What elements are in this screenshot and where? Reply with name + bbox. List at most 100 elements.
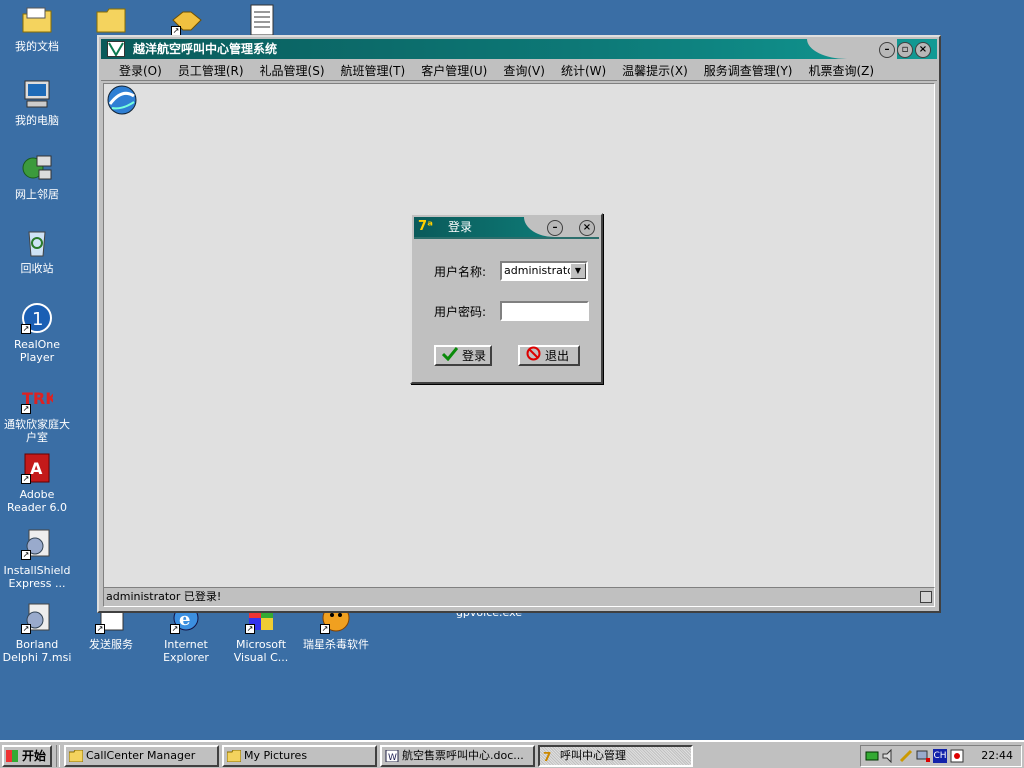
shortcut-arrow-icon: ↗ xyxy=(21,550,31,560)
shortcut-arrow-icon: ↗ xyxy=(21,474,31,484)
desktop-icon-realone[interactable]: 1 ↗ RealOne Player xyxy=(0,302,74,364)
globe-icon[interactable] xyxy=(106,84,138,116)
menu-ticket-query[interactable]: 机票查询(Z) xyxy=(808,62,874,79)
installer-icon: ↗ xyxy=(21,528,53,560)
task-label: My Pictures xyxy=(244,749,308,762)
shortcut-arrow-icon: ↗ xyxy=(21,624,31,634)
minimize-button[interactable]: – xyxy=(547,220,563,236)
start-label: 开始 xyxy=(22,749,47,763)
installer-icon: ↗ xyxy=(21,602,53,634)
desktop-icon-label: RealOne Player xyxy=(13,338,61,364)
login-titlebar[interactable]: 7ᵃ 登录 – × xyxy=(414,217,599,237)
task-label: 航空售票呼叫中心.doc... xyxy=(402,749,524,762)
clock[interactable]: 22:44 xyxy=(981,749,1013,762)
folder-icon xyxy=(226,749,242,763)
folder-icon xyxy=(68,749,84,763)
start-button[interactable]: 开始 xyxy=(2,745,52,767)
username-combobox[interactable]: administrator ▼ xyxy=(500,261,588,281)
close-button[interactable]: × xyxy=(579,220,595,236)
menu-query[interactable]: 查询(V) xyxy=(503,62,545,79)
tray-app-icon[interactable] xyxy=(899,749,913,763)
size-grip-icon[interactable] xyxy=(920,591,932,603)
desktop-icon-delphi-msi[interactable]: ↗ Borland Delphi 7.msi xyxy=(0,602,74,664)
taskbar: 开始 CallCenter Manager My Pictures W 航空售票… xyxy=(0,740,1024,768)
computer-icon xyxy=(21,78,53,110)
svg-text:W: W xyxy=(388,753,397,762)
task-callcenter-app[interactable]: 7 呼叫中心管理 xyxy=(538,745,693,767)
no-entry-icon xyxy=(526,346,541,365)
main-window-title: 越洋航空呼叫中心管理系统 xyxy=(133,42,278,56)
maximize-button[interactable]: ▫ xyxy=(897,42,913,58)
handshake-icon: ↗ xyxy=(171,4,203,36)
menu-login[interactable]: 登录(O) xyxy=(119,62,162,79)
menu-survey[interactable]: 服务调查管理(Y) xyxy=(704,62,793,79)
desktop-icon-label: 瑞星杀毒软件 xyxy=(303,638,369,651)
main-titlebar[interactable]: 越洋航空呼叫中心管理系统 – ▫ × xyxy=(101,39,937,59)
desktop-icon-label: Microsoft Visual C... xyxy=(233,638,289,664)
menu-customers[interactable]: 客户管理(U) xyxy=(421,62,487,79)
login-button-label: 登录 xyxy=(462,348,487,363)
shortcut-arrow-icon: ↗ xyxy=(21,404,31,414)
desktop-icon-label: Adobe Reader 6.0 xyxy=(7,488,67,514)
menu-flights[interactable]: 航班管理(T) xyxy=(341,62,406,79)
desktop-icon-adobe-reader[interactable]: A ↗ Adobe Reader 6.0 xyxy=(0,452,74,514)
folder-icon xyxy=(21,4,53,36)
adobe-reader-icon: A ↗ xyxy=(21,452,53,484)
shortcut-arrow-icon: ↗ xyxy=(170,624,180,634)
menu-gifts[interactable]: 礼品管理(S) xyxy=(260,62,325,79)
desktop-icon-my-computer[interactable]: 我的电脑 xyxy=(0,78,74,127)
folder-icon xyxy=(95,4,127,36)
shortcut-arrow-icon: ↗ xyxy=(320,624,330,634)
app-logo-icon xyxy=(107,41,125,57)
status-bar: administrator 已登录! xyxy=(103,587,935,607)
delphi-logo-icon: 7ᵃ xyxy=(418,219,433,234)
login-window-controls: – × xyxy=(547,220,595,236)
desktop-icon-my-documents[interactable]: 我的文档 xyxy=(0,4,74,53)
minimize-button[interactable]: – xyxy=(879,42,895,58)
desktop-icon-label: 网上邻居 xyxy=(15,188,59,201)
desktop-icon-network[interactable]: 网上邻居 xyxy=(0,152,74,201)
menu-tips[interactable]: 温馨提示(X) xyxy=(622,62,688,79)
desktop-icon-tongruan[interactable]: TRK ↗ 通软欣家庭大户室 xyxy=(0,382,74,444)
taskbar-divider xyxy=(56,745,60,767)
desktop-icon-installshield[interactable]: ↗ InstallShield Express ... xyxy=(0,528,74,590)
task-my-pictures[interactable]: My Pictures xyxy=(222,745,377,767)
windows-logo-icon xyxy=(6,750,18,762)
word-document-icon: W xyxy=(385,749,399,763)
chevron-down-icon[interactable]: ▼ xyxy=(570,263,586,279)
username-value: administrator xyxy=(504,264,579,277)
desktop-icon-label: 我的电脑 xyxy=(15,114,59,127)
network-tray-icon[interactable] xyxy=(865,749,879,763)
task-label: 呼叫中心管理 xyxy=(560,749,626,762)
menubar: 登录(O) 员工管理(R) 礼品管理(S) 航班管理(T) 客户管理(U) 查询… xyxy=(101,61,937,81)
login-dialog: 7ᵃ 登录 – × 用户名称: administrator ▼ 用户密码: 登录… xyxy=(410,213,603,384)
exit-button-label: 退出 xyxy=(545,348,570,363)
menu-staff[interactable]: 员工管理(R) xyxy=(178,62,244,79)
monitor-tray-icon[interactable] xyxy=(916,749,930,763)
menu-stats[interactable]: 统计(W) xyxy=(561,62,606,79)
desktop-icon-label: Internet Explorer xyxy=(163,638,209,664)
svg-text:7: 7 xyxy=(543,750,551,762)
recycle-bin-icon xyxy=(21,226,53,258)
close-button[interactable]: × xyxy=(915,42,931,58)
shortcut-arrow-icon: ↗ xyxy=(21,324,31,334)
checkmark-icon xyxy=(441,346,459,365)
ime-icon[interactable] xyxy=(950,749,964,763)
username-label: 用户名称: xyxy=(434,265,487,279)
network-icon xyxy=(21,152,53,184)
login-button[interactable]: 登录 xyxy=(434,345,492,366)
login-body: 用户名称: administrator ▼ 用户密码: 登录 退出 xyxy=(414,237,599,380)
desktop-icon-label: Borland Delphi 7.msi xyxy=(2,638,72,664)
window-controls: – ▫ × xyxy=(879,42,931,58)
task-word-document[interactable]: W 航空售票呼叫中心.doc... xyxy=(380,745,535,767)
desktop-icon-label: 回收站 xyxy=(20,262,54,275)
desktop-icon-label: 通软欣家庭大户室 xyxy=(4,418,70,444)
volume-icon[interactable] xyxy=(882,748,896,764)
task-callcenter-manager[interactable]: CallCenter Manager xyxy=(64,745,219,767)
password-field[interactable] xyxy=(500,301,589,321)
task-label: CallCenter Manager xyxy=(86,749,196,762)
desktop-icon-recycle-bin[interactable]: 回收站 xyxy=(0,226,74,275)
shortcut-arrow-icon: ↗ xyxy=(95,624,105,634)
exit-button[interactable]: 退出 xyxy=(518,345,580,366)
language-indicator[interactable]: CH xyxy=(933,749,947,763)
